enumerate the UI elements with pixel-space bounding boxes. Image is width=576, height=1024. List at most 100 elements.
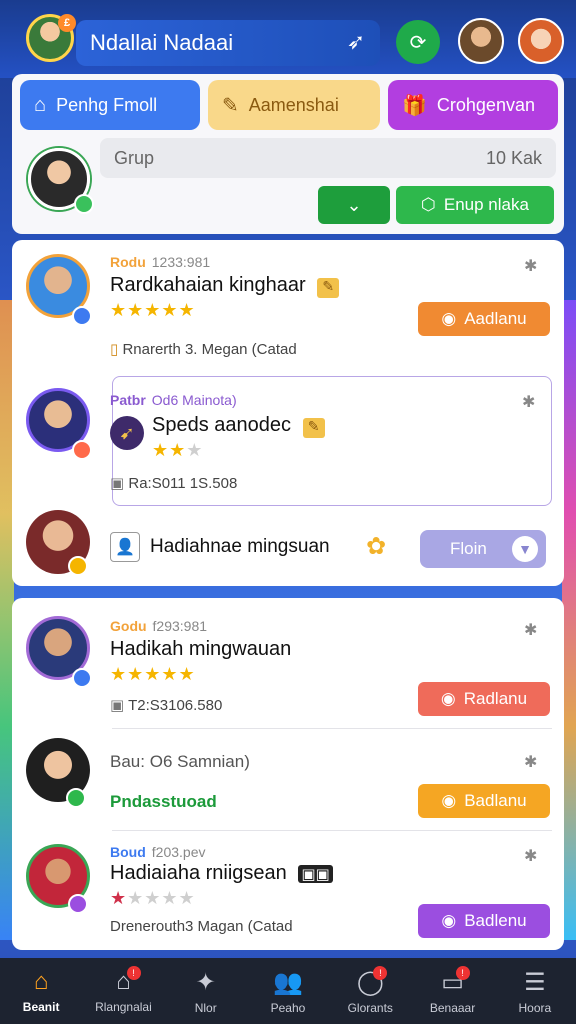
entry-action-label: Badlenu (464, 911, 527, 930)
entry-meta: Patbr Od6 Mainota) (110, 392, 237, 408)
entry-tag: Godu (110, 618, 147, 634)
edit-icon[interactable]: ✎ (302, 418, 325, 438)
verified-badge (72, 306, 92, 326)
edit-icon[interactable]: ✎ (317, 278, 340, 298)
entry-name-text: Hadiaiaha rniigsean (110, 862, 287, 884)
rocket-icon: ➹ (110, 416, 144, 450)
nav-item-peaho[interactable]: 👥 Peaho (247, 958, 329, 1024)
group-field[interactable]: Grup 10 Kak (100, 138, 556, 178)
entry-action-button[interactable]: ◉ Radlanu (418, 682, 550, 716)
bottom-navigation: ⌂ Beanit ⌂ ! Rlangnalai ✦ Nlor 👥 Peaho ◯… (0, 958, 576, 1024)
entry-number: O6 Samnian) (149, 752, 250, 771)
tab-edit[interactable]: ✎ Aamenshai (208, 80, 380, 130)
entry-tag: Boud (110, 844, 146, 860)
app-title: Ndallai Nadaai (90, 30, 234, 55)
nav-item-hoora[interactable]: ☰ Hoora (494, 958, 576, 1024)
more-options-icon[interactable]: ✱ (524, 620, 537, 640)
tab-home[interactable]: ⌂ Penhg Fmoll (20, 80, 200, 130)
message-icon: ◉ (440, 689, 456, 708)
friend-avatar[interactable] (458, 18, 504, 64)
tab-label: Penhg Fmoll (56, 94, 158, 115)
entry-tag: Patbr (110, 392, 146, 408)
pencil-icon: ✎ (222, 94, 239, 117)
side-decoration-right (562, 300, 576, 940)
group-action-button[interactable]: ⬡ Enup nlaka (396, 186, 554, 224)
nav-label: Rlangnalai (95, 1000, 152, 1014)
entry-action-button[interactable]: ◉ Aadlanu (418, 302, 550, 336)
collapse-button[interactable]: ⌄ (318, 186, 390, 224)
entry-name-text: Speds aanodec (152, 414, 292, 436)
tag-icon: ⬡ (421, 195, 436, 214)
nav-badge: ! (455, 966, 470, 980)
more-options-icon[interactable]: ✱ (524, 846, 537, 866)
message-icon: ◉ (441, 309, 457, 328)
nav-item-benaaar[interactable]: ▭ ! Benaaar (411, 958, 493, 1024)
entry-tag: Bau: (110, 752, 145, 771)
nav-label: Beanit (22, 1000, 60, 1014)
group-field-label: Grup (114, 147, 155, 168)
status-badge (68, 894, 88, 914)
home-icon: ⌂ (33, 968, 49, 995)
entry-sub: ▣ Ra:S011 1S.508 (110, 475, 238, 492)
entry-sub: ▣ T2:S3106.580 (110, 697, 223, 714)
entry-meta: Godu f293:981 (110, 618, 207, 634)
follow-label: Floin (450, 539, 487, 558)
status-badge (72, 440, 92, 460)
more-options-icon[interactable]: ✱ (524, 256, 537, 276)
title-bar: Ndallai Nadaai ➶ (76, 20, 380, 66)
friend-avatar[interactable] (518, 18, 564, 64)
cookie-icon: ✿ (366, 533, 387, 560)
message-icon: ◉ (441, 791, 457, 810)
online-badge (74, 194, 94, 214)
people-icon: 👥 (273, 968, 303, 996)
notification-badge: £ (58, 14, 76, 32)
refresh-icon: ⟳ (409, 31, 427, 54)
entry-name: Rardkahaian kinghaar ✎ (110, 274, 340, 298)
follow-button[interactable]: Floin ▼ (420, 530, 546, 568)
entry-sub-text: Ra:S011 1S.508 (128, 475, 238, 492)
entry-status: Pndasstuoad (110, 792, 217, 811)
tab-label: Aamenshai (248, 94, 339, 115)
verified-badge (72, 668, 92, 688)
entry-action-button[interactable]: ◉ Badlanu (418, 784, 550, 818)
divider (112, 728, 552, 729)
rating-stars: ★★★★★ (110, 300, 196, 320)
chat-button[interactable]: ⟳ (396, 20, 440, 64)
nav-item-rlangnalai[interactable]: ⌂ ! Rlangnalai (82, 958, 164, 1024)
nav-label: Glorants (347, 1000, 393, 1015)
nav-label: Nlor (194, 1000, 217, 1015)
entry-number: Od6 Mainota) (151, 392, 237, 408)
more-options-icon[interactable]: ✱ (524, 752, 537, 772)
rating-stars: ★★★ (152, 440, 204, 460)
nav-item-nlor[interactable]: ✦ Nlor (165, 958, 247, 1024)
nav-label: Benaaar (429, 1000, 476, 1015)
more-options-icon[interactable]: ✱ (522, 392, 535, 412)
entry-number: 1233:981 (151, 254, 211, 270)
entry-number: f203.pev (151, 844, 206, 860)
entry-action-label: Badlanu (464, 791, 527, 810)
rocket-icon[interactable]: ➶ (342, 29, 370, 57)
entry-sub: Drenerouth3 Magan (Catad (110, 918, 293, 935)
group-panel: ⌂ Penhg Fmoll ✎ Aamenshai 🎁 Crohgenvan G… (12, 74, 564, 234)
nav-item-glorants[interactable]: ◯ ! Glorants (329, 958, 411, 1024)
badge-icon: ▣▣ (298, 865, 333, 883)
entry-sub-text: T2:S3106.580 (128, 697, 223, 714)
rating-stars: ★★★★★ (110, 888, 196, 908)
nav-label: Hoora (518, 1000, 552, 1015)
chevron-down-icon: ▼ (512, 536, 538, 562)
rating-stars: ★★★★★ (110, 664, 196, 684)
nav-label: Peaho (270, 1000, 306, 1015)
gift-icon: 🎁 (402, 94, 427, 117)
entry-action-button[interactable]: ◉ Badlenu (418, 904, 550, 938)
home-icon: ⌂ (34, 93, 47, 116)
entry-action-label: Radlanu (463, 689, 528, 708)
message-icon: ◉ (441, 911, 457, 930)
entry-number: f293:981 (152, 618, 208, 634)
entry-name: Speds aanodec ✎ (152, 414, 325, 438)
entry-tag: Rodu (110, 254, 146, 270)
nav-item-beanit[interactable]: ⌂ Beanit (0, 958, 82, 1024)
menu-icon: ☰ (524, 968, 546, 996)
entry-name: Hadiahnae mingsuan (150, 536, 330, 557)
tab-gift[interactable]: 🎁 Crohgenvan (388, 80, 558, 130)
group-action-label: Enup nlaka (443, 195, 529, 214)
